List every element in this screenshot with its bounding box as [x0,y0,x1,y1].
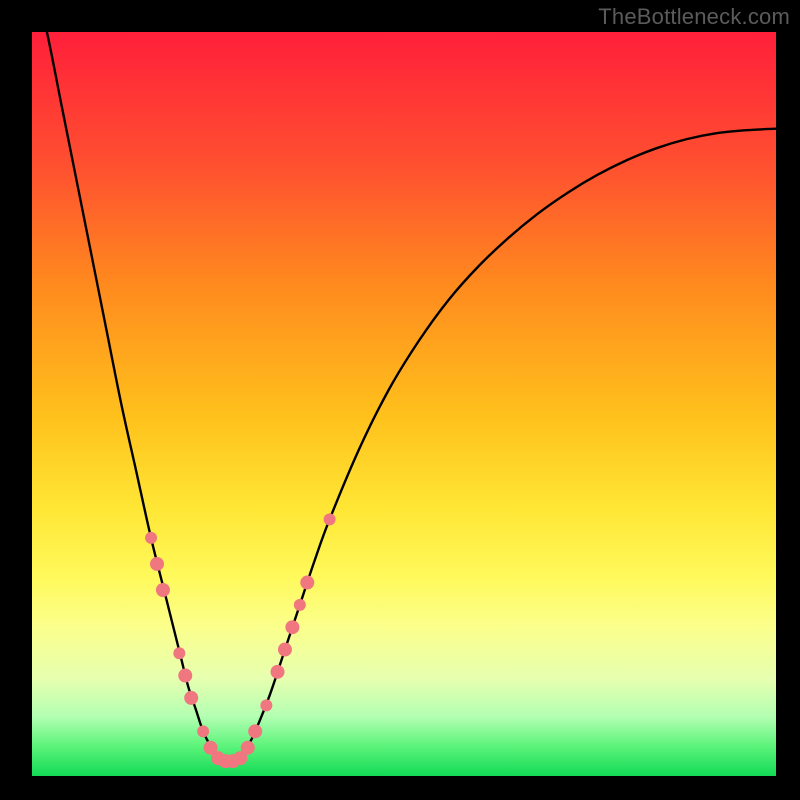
curve-marker [156,583,170,597]
curve-marker [173,647,185,659]
curve-marker [241,741,255,755]
curve-marker [145,532,157,544]
curve-marker [197,725,209,737]
watermark-text: TheBottleneck.com [598,4,790,30]
curve-marker [324,513,336,525]
curve-marker [300,576,314,590]
curve-marker [271,665,285,679]
curve-marker [184,691,198,705]
curve-marker [248,724,262,738]
curve-marker [285,620,299,634]
curve-marker [294,599,306,611]
bottleneck-curve [32,32,776,762]
plot-svg [32,32,776,776]
curve-marker [150,557,164,571]
plot-area [32,32,776,776]
curve-marker [260,699,272,711]
chart-stage: TheBottleneck.com [0,0,800,800]
curve-marker [178,669,192,683]
curve-markers [145,513,336,768]
curve-marker [278,643,292,657]
